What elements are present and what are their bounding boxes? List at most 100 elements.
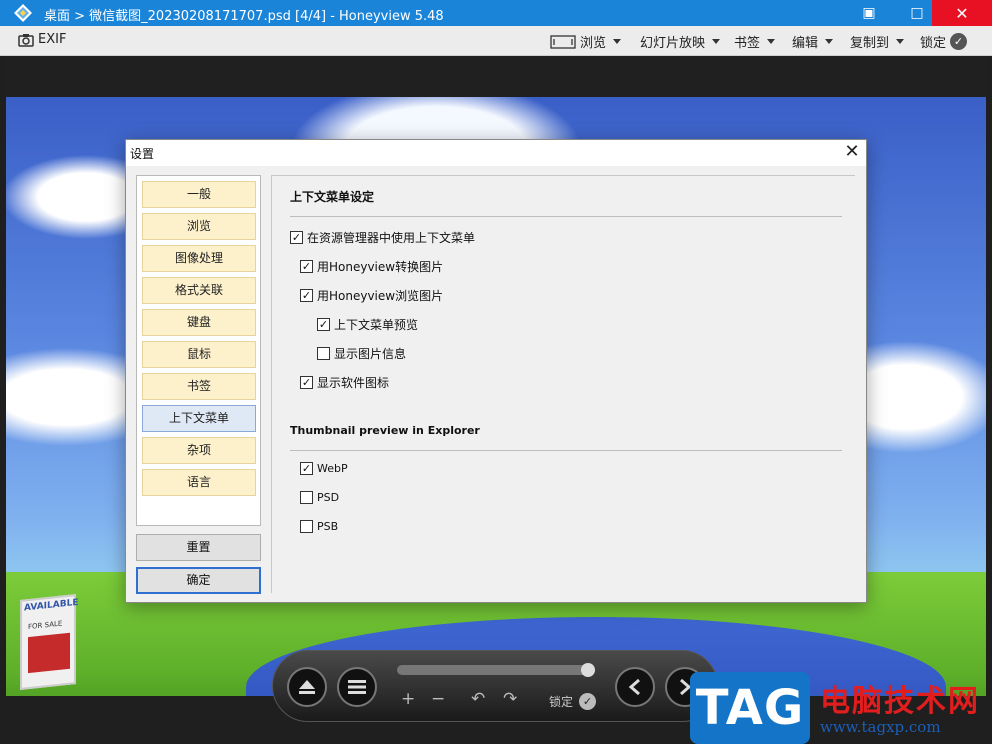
nav-item-mouse[interactable]: 鼠标 <box>142 341 256 368</box>
check-circle-icon: ✓ <box>579 693 597 710</box>
chevron-down-icon <box>825 39 834 44</box>
lock-label: 锁定 <box>920 36 947 51</box>
position-slider[interactable] <box>397 665 595 675</box>
checkbox[interactable]: ✓ <box>290 231 303 244</box>
lock-toggle-label: 锁定 <box>549 695 574 709</box>
checkbox[interactable] <box>300 491 313 504</box>
option-use-context-menu[interactable]: ✓ 在资源管理器中使用上下文菜单 <box>290 229 475 246</box>
chevron-down-icon <box>896 39 905 44</box>
nav-item-bookmarks[interactable]: 书签 <box>142 373 256 400</box>
minimize-button[interactable]: ▣ <box>856 0 882 26</box>
nav-item-context-menu[interactable]: 上下文菜单 <box>142 405 256 432</box>
option-thumb-webp[interactable]: ✓ WebP <box>300 462 348 475</box>
nav-item-browse[interactable]: 浏览 <box>142 213 256 240</box>
settings-dialog: 设置 ✕ 一般 浏览 图像处理 格式关联 键盘 鼠标 书签 上下文菜单 杂项 语… <box>125 139 867 603</box>
exif-button[interactable]: EXIF <box>18 32 66 47</box>
option-label: 上下文菜单预览 <box>334 318 419 332</box>
menu-button[interactable] <box>337 667 377 707</box>
sign-text: AVAILABLE <box>24 597 79 614</box>
option-label: PSD <box>317 491 340 504</box>
option-browse-with-honeyview[interactable]: ✓ 用Honeyview浏览图片 <box>300 287 443 304</box>
nav-item-misc[interactable]: 杂项 <box>142 437 256 464</box>
honeyview-logo-icon <box>14 4 32 22</box>
previous-button[interactable] <box>615 667 655 707</box>
checkbox[interactable] <box>300 520 313 533</box>
nav-item-keyboard[interactable]: 键盘 <box>142 309 256 336</box>
title-bar: 桌面 > 微信截图_20230208171707.psd [4/4] - Hon… <box>0 0 992 26</box>
nav-item-file-association[interactable]: 格式关联 <box>142 277 256 304</box>
section-title-context-menu: 上下文菜单设定 <box>290 190 375 204</box>
edit-menu[interactable]: 编辑 <box>792 32 834 51</box>
bookmarks-label: 书签 <box>734 36 761 51</box>
eject-icon <box>299 680 315 694</box>
option-thumb-psd[interactable]: PSD <box>300 491 339 504</box>
checkbox[interactable]: ✓ <box>317 318 330 331</box>
option-label: 显示软件图标 <box>317 376 390 390</box>
rotate-left-button[interactable]: ↶ <box>471 689 485 709</box>
exif-label: EXIF <box>38 32 67 47</box>
option-label: 用Honeyview浏览图片 <box>317 289 444 303</box>
section-divider <box>290 216 842 217</box>
watermark-site-name: 电脑技术网 <box>820 684 980 719</box>
reset-button[interactable]: 重置 <box>136 534 261 561</box>
option-convert-with-honeyview[interactable]: ✓ 用Honeyview转换图片 <box>300 258 443 275</box>
checkbox[interactable] <box>317 347 330 360</box>
sign-red-panel <box>28 632 70 674</box>
lock-button[interactable]: 锁定 ✓ <box>920 32 968 51</box>
check-circle-icon: ✓ <box>950 33 968 50</box>
dialog-title: 设置 <box>130 147 155 161</box>
nav-item-general[interactable]: 一般 <box>142 181 256 208</box>
watermark-logo: TAG <box>690 672 810 744</box>
bookmarks-menu[interactable]: 书签 <box>734 32 776 51</box>
slider-knob[interactable] <box>581 663 595 677</box>
chevron-left-icon <box>628 678 640 696</box>
site-watermark: TAG 电脑技术网 www.tagxp.com <box>690 672 992 744</box>
toolbar: EXIF 浏览 幻灯片放映 书签 编辑 复制到 锁定 ✓ <box>0 26 992 56</box>
option-label: 在资源管理器中使用上下文菜单 <box>307 231 476 245</box>
browse-menu[interactable]: 浏览 <box>550 32 622 51</box>
option-label: 用Honeyview转换图片 <box>317 260 444 274</box>
rotate-right-button[interactable]: ↷ <box>503 689 517 709</box>
sign-sub-text: FOR SALE <box>28 619 63 632</box>
fit-screen-icon <box>550 34 576 49</box>
settings-panel: 上下文菜单设定 ✓ 在资源管理器中使用上下文菜单 ✓ 用Honeyview转换图… <box>271 175 855 593</box>
zoom-in-button[interactable]: + <box>401 689 415 709</box>
option-show-image-info[interactable]: 显示图片信息 <box>317 345 406 362</box>
dialog-title-bar: 设置 ✕ <box>126 140 866 166</box>
honeyview-window: 桌面 > 微信截图_20230208171707.psd [4/4] - Hon… <box>0 0 992 744</box>
dialog-close-button[interactable]: ✕ <box>842 142 862 162</box>
window-title: 桌面 > 微信截图_20230208171707.psd [4/4] - Hon… <box>44 9 444 24</box>
checkbox[interactable]: ✓ <box>300 462 313 475</box>
edit-label: 编辑 <box>792 36 819 51</box>
camera-icon <box>18 33 34 47</box>
eject-button[interactable] <box>287 667 327 707</box>
ok-button[interactable]: 确定 <box>136 567 261 594</box>
maximize-button[interactable]: □ <box>904 0 930 26</box>
nav-item-language[interactable]: 语言 <box>142 469 256 496</box>
copy-to-label: 复制到 <box>850 36 890 51</box>
option-thumb-psb[interactable]: PSB <box>300 520 338 533</box>
nav-item-image-processing[interactable]: 图像处理 <box>142 245 256 272</box>
close-window-button[interactable]: ✕ <box>932 0 992 26</box>
browse-label: 浏览 <box>580 36 607 51</box>
watermark-url: www.tagxp.com <box>820 718 941 736</box>
zoom-out-button[interactable]: − <box>431 689 445 709</box>
image-sign: AVAILABLE FOR SALE <box>20 594 79 690</box>
checkbox[interactable]: ✓ <box>300 260 313 273</box>
section-title-thumbnail-preview: Thumbnail preview in Explorer <box>290 424 480 437</box>
checkbox[interactable]: ✓ <box>300 376 313 389</box>
chevron-down-icon <box>613 39 622 44</box>
option-label: PSB <box>317 520 339 533</box>
slideshow-menu[interactable]: 幻灯片放映 <box>640 32 721 51</box>
menu-icon <box>348 680 366 694</box>
option-context-menu-preview[interactable]: ✓ 上下文菜单预览 <box>317 316 418 333</box>
lock-toggle[interactable]: 锁定 ✓ <box>549 693 597 710</box>
copy-to-menu[interactable]: 复制到 <box>850 32 905 51</box>
option-show-app-icon[interactable]: ✓ 显示软件图标 <box>300 374 389 391</box>
chevron-down-icon <box>767 39 776 44</box>
option-label: WebP <box>317 462 348 475</box>
checkbox[interactable]: ✓ <box>300 289 313 302</box>
option-label: 显示图片信息 <box>334 347 407 361</box>
slideshow-label: 幻灯片放映 <box>640 36 706 51</box>
chevron-down-icon <box>712 39 721 44</box>
